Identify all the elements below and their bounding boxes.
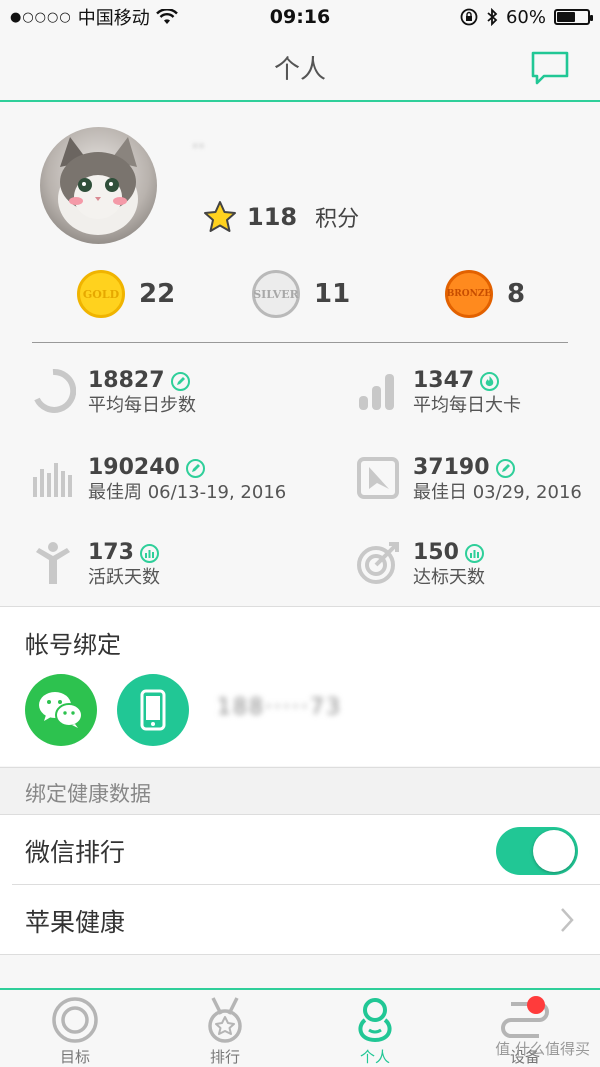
signal-strength: ●○○○○ xyxy=(10,9,72,25)
gold-medal: GOLD 22 xyxy=(77,270,175,318)
chart-badge-icon xyxy=(139,543,159,563)
battery-icon xyxy=(554,9,593,25)
bronze-medal: BRONZE 8 xyxy=(445,270,525,318)
carrier-name: 中国移动 xyxy=(77,8,150,29)
avg-kcal-label: 平均每日大卡 xyxy=(413,395,521,416)
toggle-knob xyxy=(533,830,575,872)
bound-phone-number: 188·····73 xyxy=(217,695,342,720)
avg-steps-label: 平均每日步数 xyxy=(88,395,196,416)
chevron-right-icon xyxy=(561,908,574,932)
wechat-rank-row: 微信排行 xyxy=(0,815,600,885)
cat-photo xyxy=(58,137,138,235)
flame-badge-icon xyxy=(480,371,500,391)
best-week-value: 190240 xyxy=(88,455,180,480)
week-bars-icon xyxy=(33,463,72,497)
health-data-title: 绑定健康数据 xyxy=(25,782,151,806)
page-title: 个人 xyxy=(273,54,326,85)
row-separator xyxy=(0,954,600,955)
battery-percent: 60% xyxy=(505,6,546,28)
goal-days-value: 150 xyxy=(413,540,459,565)
avg-kcal-value: 1347 xyxy=(413,368,475,393)
nav-bar: 个人 xyxy=(0,34,600,102)
status-bar: ●○○○○ 中国移动 09:16 60% xyxy=(0,0,600,34)
tab-profile-label: 个人 xyxy=(359,1048,390,1066)
active-days-value: 173 xyxy=(88,540,134,565)
points-row: 118 积分 xyxy=(203,200,359,234)
points-value: 118 xyxy=(247,203,298,231)
apple-health-row[interactable]: 苹果健康 xyxy=(0,885,600,955)
stat-goal-days: 150 达标天数 xyxy=(355,540,485,590)
account-binding-section: 帐号绑定 xyxy=(0,606,600,766)
orientation-lock-icon xyxy=(460,8,478,26)
star-icon xyxy=(204,201,236,232)
best-week-label: 最佳周 06/13-19, 2016 xyxy=(88,482,287,503)
wechat-icon xyxy=(39,692,83,728)
tab-goal[interactable]: 目标 xyxy=(0,990,150,1067)
chat-bubble-icon[interactable] xyxy=(530,50,570,86)
bar-chart-icon xyxy=(359,374,394,410)
phone-bind-button[interactable] xyxy=(117,674,189,746)
tab-rank[interactable]: 排行 xyxy=(150,990,300,1067)
tab-rank-label: 排行 xyxy=(209,1048,240,1066)
gold-count: 22 xyxy=(139,279,176,309)
stat-best-day: 37190 最佳日 03/29, 2016 xyxy=(355,455,582,505)
bronze-count: 8 xyxy=(507,279,526,309)
pencil-badge-icon xyxy=(495,458,515,478)
person-active-icon xyxy=(36,542,70,584)
stat-active-days: 173 活跃天数 xyxy=(30,540,160,590)
medal-row: GOLD 22 SILVER 11 BRONZE 8 xyxy=(0,270,600,320)
tab-goal-label: 目标 xyxy=(59,1048,90,1066)
wechat-rank-toggle[interactable] xyxy=(496,827,578,875)
username: ·· xyxy=(192,134,205,158)
battery-fill xyxy=(557,12,575,22)
notification-badge xyxy=(527,996,545,1014)
wifi-icon xyxy=(155,9,178,24)
pencil-badge-icon xyxy=(170,371,190,391)
gold-medal-icon: GOLD xyxy=(77,270,125,318)
best-day-value: 37190 xyxy=(413,455,490,480)
apple-health-label: 苹果健康 xyxy=(25,908,126,937)
chart-badge-icon xyxy=(464,543,484,563)
target-icon xyxy=(52,997,98,1043)
divider xyxy=(32,342,568,343)
goal-days-label: 达标天数 xyxy=(413,567,485,588)
target-arrow-icon xyxy=(357,542,399,584)
silver-count: 11 xyxy=(314,279,351,309)
medal-icon xyxy=(208,997,242,1043)
ring-progress-icon xyxy=(34,368,76,413)
stat-best-week: 190240 最佳周 06/13-19, 2016 xyxy=(30,455,286,505)
pencil-badge-icon xyxy=(185,458,205,478)
mobile-phone-icon xyxy=(140,689,166,731)
wechat-rank-label: 微信排行 xyxy=(25,838,126,867)
person-icon xyxy=(358,998,392,1043)
tab-profile[interactable]: 个人 xyxy=(300,990,450,1067)
bluetooth-icon xyxy=(487,8,498,26)
silver-medal: SILVER 11 xyxy=(252,270,350,318)
account-binding-title: 帐号绑定 xyxy=(25,631,121,659)
silver-medal-icon: SILVER xyxy=(252,270,300,318)
active-days-label: 活跃天数 xyxy=(88,567,160,588)
watermark: 值 什么值得买 xyxy=(495,1040,590,1058)
best-day-label: 最佳日 03/29, 2016 xyxy=(413,482,582,503)
stat-avg-steps: 18827 平均每日步数 xyxy=(30,368,196,418)
health-data-header: 绑定健康数据 xyxy=(0,767,600,815)
avatar[interactable] xyxy=(40,127,157,244)
bronze-medal-icon: BRONZE xyxy=(445,270,493,318)
stat-avg-kcal: 1347 平均每日大卡 xyxy=(355,368,521,418)
points-label: 积分 xyxy=(315,207,360,232)
wechat-bind-button[interactable] xyxy=(25,674,97,746)
avg-steps-value: 18827 xyxy=(88,368,165,393)
best-day-icon xyxy=(357,457,399,499)
